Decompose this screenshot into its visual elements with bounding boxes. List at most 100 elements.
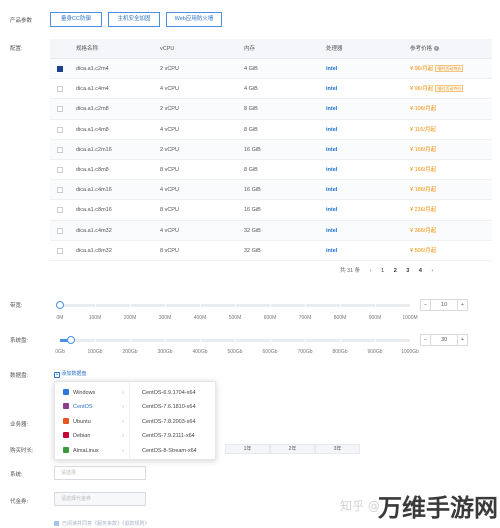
table-row[interactable]: dica.a1.c4m16 4 vCPU 16 GiB intel ¥ 186/月起 [50,180,492,201]
bandwidth-value[interactable]: 10 [431,300,457,310]
cc-defense-button[interactable]: 量身CC防御 [50,12,102,27]
header-price: 参考价格 ? [410,39,439,59]
system-disk-stepper[interactable]: − 30 + [420,334,468,346]
processor-value: intel [326,126,338,133]
bandwidth-slider[interactable] [56,301,410,309]
slider-segment-divider [375,304,376,307]
row-checkbox[interactable] [57,66,63,72]
os-family-windows[interactable]: Windows › [55,386,130,400]
system-disk-plus-button[interactable]: + [457,335,467,345]
slider-segment-divider [235,339,236,342]
os-family-label: Ubuntu [73,418,91,425]
os-family-almalinux[interactable]: AlmaLinux › [55,444,130,458]
bandwidth-minus-button[interactable]: − [421,300,431,310]
table-row[interactable]: dica.a1.c2m4 2 vCPU 4 GiB intel ¥ 96/月起 限时活动特… [50,59,492,80]
host-security-button[interactable]: 主机安全加固 [108,12,160,27]
duration-1y[interactable]: 1年 [225,444,270,454]
add-data-disk-link[interactable]: + 添加数据盘 [54,370,86,378]
vcpu-value: 8 vCPU [160,247,179,254]
os-version-option[interactable]: CentOS-6.9.1704-x64 [142,386,196,400]
bandwidth-ticks: 0M 100M 200M 300M 400M 500M 600M 700M 800M 900M 10… [50,315,420,323]
os-version-option[interactable]: CentOS-7.6.1810-x64 [142,400,196,414]
help-icon[interactable]: ? [433,46,439,51]
header-spec: 规格名称 [76,46,99,52]
price-value: ¥ 166/月起 [410,166,437,173]
spec-name: dica.a1.c8m8 [76,166,109,173]
price-cell: ¥ 96/月起 限时活动特价 [410,79,464,99]
processor-value: intel [326,166,338,173]
page-3[interactable]: 3 [406,268,409,274]
table-header: 规格名称 vCPU 内存 处理器 参考价格 ? [50,39,492,59]
prev-page-button[interactable]: ‹ [370,268,372,274]
os-family-label: AlmaLinux [73,447,99,454]
system-disk-slider[interactable] [60,336,410,344]
memory-value: 8 GiB [244,126,258,133]
price-cell: ¥ 116/月起 [410,120,436,140]
chevron-right-icon: › [122,418,124,425]
debian-icon [63,432,69,439]
slider-tick-label: 700M [298,315,312,321]
config-label: 配置: [10,46,23,52]
slider-segment-divider [375,339,376,342]
bandwidth-stepper[interactable]: − 10 + [420,299,468,311]
bandwidth-plus-button[interactable]: + [457,300,467,310]
security-label: 业务器: [10,422,29,428]
row-checkbox[interactable] [57,106,63,113]
next-page-button[interactable]: › [431,268,433,274]
duration-2y[interactable]: 2年 [270,444,315,454]
duration-3y[interactable]: 3年 [315,444,360,454]
spec-name: dica.a1.c8m16 [76,207,112,214]
system-disk-handle[interactable] [66,336,75,344]
page-2[interactable]: 2 [394,268,397,274]
os-family-debian[interactable]: Debian › [55,429,130,443]
slider-tick-label: 0Gb [55,349,65,355]
slider-tick-label: 600M [263,315,277,321]
slider-tick-label: 100M [88,315,102,321]
agreement-checkbox[interactable] [54,521,59,526]
table-row[interactable]: dica.a1.c4m32 4 vCPU 32 GiB intel ¥ 366/月起 [50,220,492,241]
table-row[interactable]: dica.a1.c8m8 8 vCPU 8 GiB intel ¥ 166/月起 [50,160,492,181]
voucher-select[interactable]: 请选择代金券 [54,492,146,506]
table-row[interactable]: dica.a1.c4m4 4 vCPU 4 GiB intel ¥ 96/月起 限时活动特… [50,79,492,100]
system-select[interactable]: 请选择 [54,466,146,480]
system-disk-minus-button[interactable]: − [421,335,431,345]
table-row[interactable]: dica.a1.c4m8 4 vCPU 8 GiB intel ¥ 116/月起 [50,120,492,140]
system-disk-value[interactable]: 30 [431,335,457,345]
slider-tick-label: 0M [56,315,64,321]
price-cell: ¥ 236/月起 [410,200,436,220]
agreement-text: 已阅读并同意《服务条款》《退款规则》 [62,521,150,527]
table-row[interactable]: dica.a1.c2m8 2 vCPU 8 GiB intel ¥ 106/月起 [50,99,492,120]
page-1[interactable]: 1 [381,268,384,274]
row-checkbox[interactable] [57,86,63,93]
row-checkbox[interactable] [57,247,63,254]
row-checkbox[interactable] [57,146,63,153]
bandwidth-handle[interactable] [56,301,64,309]
row-checkbox[interactable] [57,126,63,133]
os-version-option[interactable]: CentOS-7.8.2003-x64 [142,415,196,429]
slider-tick-label: 500Gb [227,349,243,355]
row-checkbox[interactable] [57,227,63,234]
agreement-row[interactable]: 已阅读并同意《服务条款》《退款规则》 [54,520,150,527]
os-family-ubuntu[interactable]: Ubuntu › [55,415,130,429]
os-family-centos[interactable]: CentOS › [55,400,130,414]
processor-value: intel [326,227,338,234]
row-checkbox[interactable] [57,166,63,173]
vcpu-value: 8 vCPU [160,207,179,214]
page-4[interactable]: 4 [419,268,422,274]
vcpu-value: 4 vCPU [160,187,179,194]
table-row[interactable]: dica.a1.c8m32 8 vCPU 32 GiB intel ¥ 506/月起 [50,241,492,261]
chevron-right-icon: › [122,390,124,396]
memory-value: 16 GiB [244,146,261,153]
row-checkbox[interactable] [57,207,63,214]
table-row[interactable]: dica.a1.c2m16 2 vCPU 16 GiB intel ¥ 166/月起 [50,139,492,160]
bandwidth-label: 带宽: [10,303,23,309]
row-checkbox[interactable] [57,187,63,194]
os-family-label: Windows [73,390,96,396]
promo-badge: 限时活动特价 [435,65,464,72]
os-version-option[interactable]: CentOS-7.9.2111-x64 [142,429,195,443]
waf-button[interactable]: Web应用防火墙 [166,12,222,27]
os-version-option[interactable]: CentOS-8-Stream-x64 [142,444,197,458]
slider-segment-divider [130,339,131,342]
table-row[interactable]: dica.a1.c8m16 8 vCPU 16 GiB intel ¥ 236/月起 [50,200,492,221]
system-disk-ticks: 0Gb 100Gb 200Gb 300Gb 400Gb 500Gb 600Gb 700Gb 80… [50,349,420,357]
